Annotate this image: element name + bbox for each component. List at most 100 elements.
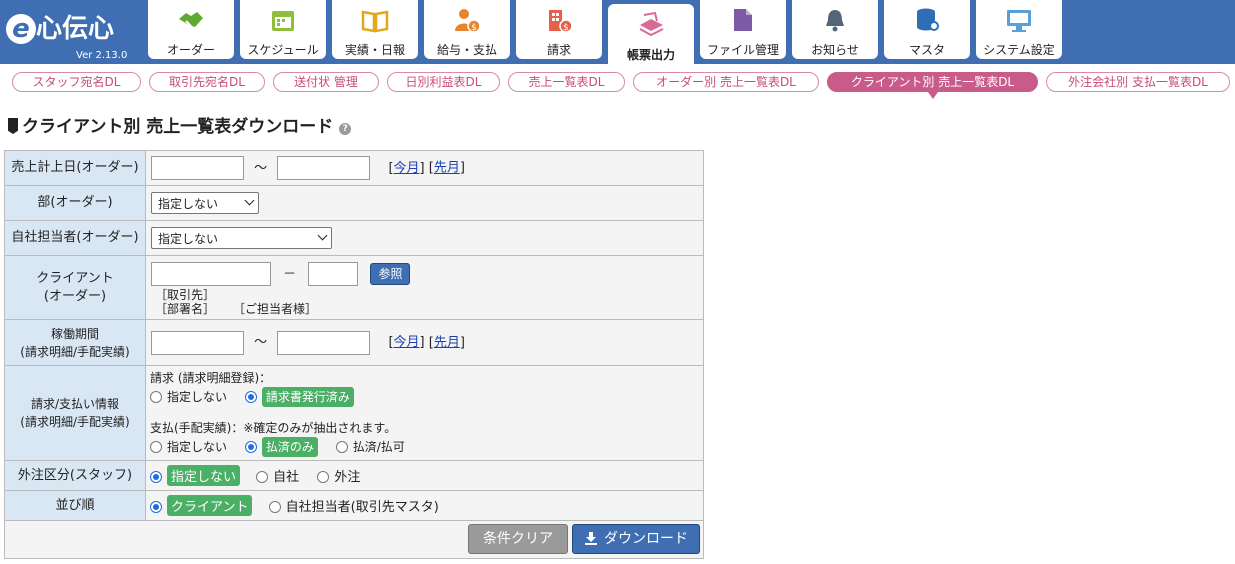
tab-label: マスタ [908, 43, 945, 57]
period-this-month-link[interactable]: 今月 [394, 335, 420, 350]
tab-label: 請求 [546, 43, 571, 57]
app-header: e 心伝心 Ver 2.13.0 オーダー スケジュール 実績・日報 $ 給与・支… [0, 0, 1235, 70]
tab-system[interactable]: システム設定 [976, 0, 1062, 59]
sales-date-from-input[interactable] [151, 156, 244, 180]
row-sales-date: 売上計上日(オーダー) ～ [今月] [先月] [4, 150, 704, 186]
client-hint-contact: ［ご担当者様］ [239, 302, 318, 316]
subnav-client-address-dl[interactable]: 取引先宛名DL [149, 72, 265, 92]
help-icon[interactable]: ? [339, 123, 352, 135]
svg-text:$: $ [471, 23, 477, 33]
dept-select[interactable]: 指定しない [151, 192, 259, 214]
row-outsource: 外注区分(スタッフ) 指定しない 自社 外注 [4, 460, 704, 491]
subnav-order-sales-dl[interactable]: オーダー別 売上一覧表DL [633, 72, 819, 92]
invoice-heading: 請求 (請求明細登録)： [150, 371, 272, 385]
label-period: 稼働期間 (請求明細/手配実績) [4, 319, 146, 366]
radio-icon [335, 441, 348, 453]
tab-label: スケジュール [247, 43, 319, 57]
subnav-cover-letter[interactable]: 送付状 管理 [273, 72, 379, 92]
bell-icon [826, 10, 844, 32]
calendar-icon [272, 11, 294, 31]
range-tilde: ～ [254, 160, 268, 176]
svg-text:$: $ [563, 23, 569, 33]
sort-opt-client[interactable]: クライアント [150, 495, 253, 516]
page-title: クライアント別 売上一覧表ダウンロード? [8, 112, 352, 137]
radio-icon [150, 441, 162, 453]
payment-heading: 支払(手配実績)：※確定のみが抽出されます。 [150, 421, 397, 435]
radio-checked-icon [244, 441, 257, 453]
label-client: クライアント (オーダー) [4, 255, 146, 320]
client-reference-button[interactable]: 参照 [370, 263, 411, 285]
tab-order[interactable]: オーダー [148, 0, 234, 59]
period-last-month-link[interactable]: 先月 [434, 335, 460, 350]
outsource-opt-own[interactable]: 自社 [256, 470, 299, 485]
client-hint-company: ［取引先］ [155, 288, 216, 302]
subnav-daily-profit-dl[interactable]: 日別利益表DL [387, 72, 500, 92]
tab-label: 給与・支払 [436, 43, 497, 57]
sort-opt-staff[interactable]: 自社担当者(取引先マスタ) [268, 500, 439, 515]
invoice-opt-issued[interactable]: 請求書発行済み [244, 387, 354, 407]
invoice-opt-none[interactable]: 指定しない [150, 390, 227, 404]
subnav-staff-address-dl[interactable]: スタッフ宛名DL [12, 72, 141, 92]
person-money-icon: $ [455, 9, 481, 33]
outsource-opt-none[interactable]: 指定しない [150, 465, 241, 486]
label-sales-date: 売上計上日(オーダー) [4, 150, 146, 186]
period-to-input[interactable] [277, 330, 371, 355]
client-hint-dept: ［部署名］ [155, 302, 216, 316]
outsource-opt-external[interactable]: 外注 [317, 470, 360, 485]
tab-label: システム設定 [983, 43, 1055, 57]
row-period: 稼働期間 (請求明細/手配実績) ～ [今月] [先月] [4, 319, 704, 366]
pay-opt-paid-only[interactable]: 払済のみ [244, 437, 318, 457]
tab-label: オーダー [166, 43, 215, 57]
search-form: 売上計上日(オーダー) ～ [今月] [先月] 部(オーダー) 指定しない 自社… [4, 150, 704, 559]
label-billing: 請求/支払い情報 (請求明細/手配実績) [4, 365, 146, 461]
radio-icon [150, 391, 162, 403]
client-sub-code-input[interactable] [308, 262, 359, 286]
tab-salary[interactable]: $ 給与・支払 [424, 0, 510, 59]
logo-e-icon: e [6, 14, 36, 44]
label-outsource: 外注区分(スタッフ) [4, 460, 146, 491]
tab-label: 実績・日報 [344, 43, 405, 57]
row-staff: 自社担当者(オーダー) 指定しない [4, 220, 704, 256]
tab-billing[interactable]: $ 請求 [516, 0, 602, 59]
documents-icon [639, 11, 664, 37]
tab-files[interactable]: ファイル管理 [700, 0, 786, 59]
pay-opt-none[interactable]: 指定しない [150, 440, 227, 454]
tab-results[interactable]: 実績・日報 [332, 0, 418, 59]
app-logo[interactable]: e 心伝心 [6, 8, 114, 45]
subnav-client-sales-dl[interactable]: クライアント別 売上一覧表DL [827, 72, 1038, 99]
tab-schedule[interactable]: スケジュール [240, 0, 326, 59]
label-dept: 部(オーダー) [4, 185, 146, 221]
row-billing: 請求/支払い情報 (請求明細/手配実績) 請求 (請求明細登録)： 指定しない 請… [4, 365, 704, 461]
subnav-sales-list-dl[interactable]: 売上一覧表DL [508, 72, 625, 92]
tab-reports[interactable]: 帳票出力 [608, 4, 694, 70]
subnav-vendor-payment-dl[interactable]: 外注会社別 支払一覧表DL [1046, 72, 1230, 92]
radio-checked-icon [150, 471, 162, 483]
radio-icon [317, 471, 330, 483]
range-tilde: ～ [254, 335, 268, 350]
sales-date-to-input[interactable] [277, 156, 371, 180]
clear-conditions-button[interactable]: 条件クリア [468, 524, 568, 554]
book-icon [361, 10, 389, 33]
tab-master[interactable]: マスタ [884, 0, 970, 59]
radio-icon [256, 471, 269, 483]
label-sort: 並び順 [4, 490, 146, 521]
sales-this-month-link[interactable]: 今月 [394, 161, 420, 176]
chevron-down-icon [244, 195, 255, 206]
app-version: Ver 2.13.0 [76, 50, 128, 61]
monitor-settings-icon [1007, 10, 1031, 32]
download-icon [585, 532, 597, 545]
radio-icon [268, 501, 281, 513]
staff-select[interactable]: 指定しない [151, 227, 332, 249]
label-staff: 自社担当者(オーダー) [4, 220, 146, 256]
radio-checked-icon [150, 501, 162, 513]
client-dash: － [283, 266, 297, 282]
period-from-input[interactable] [151, 330, 244, 355]
client-code-input[interactable] [151, 262, 271, 286]
pay-opt-paid-payable[interactable]: 払済/払可 [335, 440, 405, 454]
download-button[interactable]: ダウンロード [572, 524, 700, 554]
radio-checked-icon [244, 391, 257, 403]
tab-label: 帳票出力 [626, 48, 675, 62]
sales-last-month-link[interactable]: 先月 [434, 161, 460, 176]
tab-notices[interactable]: お知らせ [792, 0, 878, 59]
handshake-icon [179, 12, 203, 27]
